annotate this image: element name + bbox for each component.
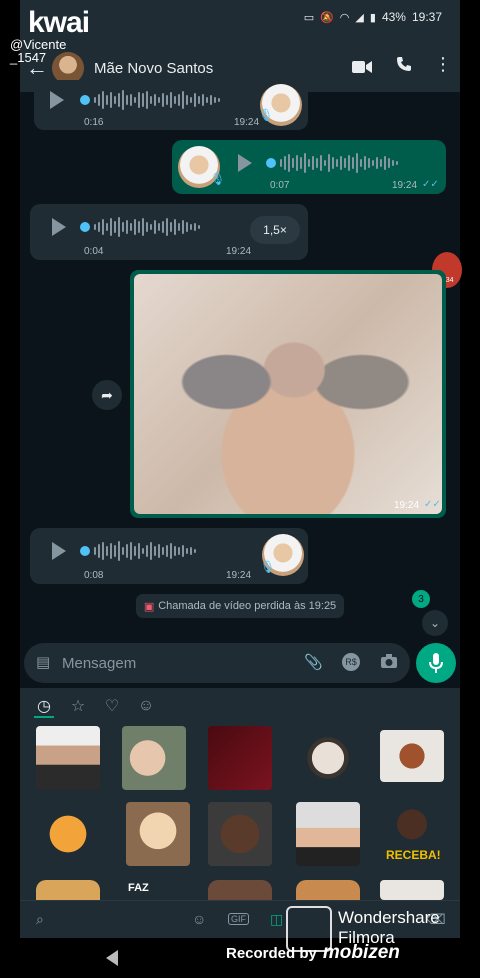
sticker[interactable]: [208, 880, 272, 900]
sticker-caption: RECEBA!: [386, 848, 441, 862]
emoji-icon[interactable]: ☺: [192, 911, 206, 927]
filmora-line1: Wondershare: [338, 908, 440, 927]
voice-duration: 0:04: [84, 246, 104, 257]
voice-duration: 0:08: [84, 570, 104, 581]
message-composer[interactable]: ▤ Mensagem 📎 R$: [24, 643, 410, 683]
battery-icon: ▮: [369, 11, 376, 24]
microphone-icon: 🎙: [260, 560, 276, 574]
progress-dot[interactable]: [80, 546, 90, 556]
payment-icon[interactable]: R$: [342, 653, 360, 671]
clock: 19:37: [411, 10, 442, 24]
microphone-icon: 🎙: [258, 108, 274, 122]
battery-level: 43%: [381, 10, 406, 24]
keyboard-icon[interactable]: ▤: [36, 653, 50, 671]
gif-icon[interactable]: GIF: [228, 913, 249, 925]
message-time: 19:24: [234, 117, 260, 128]
microphone-icon: 🎙: [210, 172, 226, 186]
waveform[interactable]: [94, 216, 200, 238]
message-input[interactable]: Mensagem: [62, 655, 136, 672]
cast-icon: ▭: [303, 11, 315, 24]
mobizen-logo: mobizen: [322, 942, 400, 963]
contact-name[interactable]: Mãe Novo Santos: [94, 60, 213, 77]
sticker[interactable]: [122, 726, 186, 790]
play-icon[interactable]: [238, 154, 252, 172]
message-time: 19:24: [226, 246, 252, 257]
message-time: 19:24: [392, 180, 418, 191]
sticker[interactable]: [36, 802, 100, 866]
progress-dot[interactable]: [266, 158, 276, 168]
message-time: 19:24: [226, 570, 252, 581]
nav-back-icon[interactable]: [106, 950, 118, 966]
image-message[interactable]: 19:24 ✓✓: [130, 270, 446, 518]
star-icon[interactable]: ☆: [68, 696, 88, 716]
unread-count-badge: 3: [412, 590, 430, 608]
read-ticks-icon: ✓✓: [424, 499, 441, 510]
waveform[interactable]: [94, 89, 220, 111]
play-icon[interactable]: [52, 542, 66, 560]
sticker[interactable]: [296, 726, 360, 790]
search-icon[interactable]: ⌕: [36, 911, 44, 928]
mobizen-watermark: Recorded by mobizen: [226, 942, 400, 964]
missed-video-call-icon: ▣: [143, 600, 155, 613]
sticker[interactable]: [36, 880, 100, 900]
play-icon[interactable]: [52, 218, 66, 236]
sticker-icon[interactable]: ◫: [270, 911, 283, 928]
phone-icon[interactable]: [396, 56, 412, 77]
phone-screen: ▭ 🔕 ◠ ◢ ▮ 43% 19:37 kwai @Vicente _1547 …: [10, 0, 462, 978]
sticker[interactable]: [208, 802, 272, 866]
recent-clock-icon[interactable]: ◷: [34, 696, 54, 718]
voice-duration: 0:16: [84, 117, 104, 128]
play-icon[interactable]: [50, 91, 64, 109]
forward-icon[interactable]: ➦: [92, 380, 122, 410]
voice-message[interactable]: 0:16 19:24 🎙: [34, 80, 308, 130]
progress-dot[interactable]: [80, 222, 90, 232]
sticker[interactable]: [126, 802, 190, 866]
playback-speed-button[interactable]: 1,5×: [250, 216, 300, 244]
sticker[interactable]: [208, 726, 272, 790]
sticker[interactable]: [380, 880, 444, 900]
video-camera-icon[interactable]: [352, 58, 372, 79]
read-ticks-icon: ✓✓: [422, 179, 439, 190]
sticker[interactable]: [36, 726, 100, 790]
kittens-photo[interactable]: [134, 274, 442, 514]
sticker[interactable]: [296, 880, 360, 900]
kwai-logo: kwai: [28, 6, 90, 39]
mute-icon: 🔕: [320, 11, 334, 24]
progress-dot[interactable]: [80, 95, 90, 105]
waveform[interactable]: [94, 540, 196, 562]
more-vertical-icon[interactable]: ⋮: [434, 54, 452, 75]
signal-icon: ◢: [355, 11, 364, 24]
voice-message[interactable]: 0:08 19:24 🎙: [30, 528, 308, 584]
waveform[interactable]: [280, 152, 398, 174]
voice-message[interactable]: 🎙 0:07 19:24 ✓✓: [172, 140, 446, 194]
camera-icon[interactable]: [380, 653, 398, 673]
sticker[interactable]: FAZ: [126, 880, 190, 900]
paperclip-icon[interactable]: 📎: [304, 653, 323, 671]
message-time: 19:24: [394, 500, 420, 511]
voice-duration: 0:07: [270, 180, 290, 191]
sticker[interactable]: [380, 730, 444, 782]
missed-call-notice: ▣ Chamada de vídeo perdida às 19:25: [136, 594, 344, 618]
sticker[interactable]: RECEBA!: [380, 802, 444, 866]
top-bar: ▭ 🔕 ◠ ◢ ▮ 43% 19:37 kwai @Vicente _1547 …: [10, 0, 460, 92]
sticker-pack-icon[interactable]: ☺: [136, 696, 156, 716]
voice-message[interactable]: 1,5× 0:04 19:24: [30, 204, 308, 260]
microphone-icon[interactable]: [416, 643, 456, 683]
wifi-icon: ◠: [339, 11, 350, 24]
sticker-caption: FAZ: [128, 882, 149, 894]
recorded-by-text: Recorded by: [226, 944, 317, 962]
heart-icon[interactable]: ♡: [102, 696, 122, 716]
missed-call-text: Chamada de vídeo perdida às 19:25: [158, 600, 337, 612]
status-bar: ▭ 🔕 ◠ ◢ ▮ 43% 19:37: [304, 10, 442, 24]
sticker-tabs: ◷ ☆ ♡ ☺: [34, 696, 156, 718]
chevron-down-icon[interactable]: ⌄: [422, 610, 448, 636]
arrow-left-icon[interactable]: ←: [26, 55, 48, 81]
sticker[interactable]: [296, 802, 360, 866]
